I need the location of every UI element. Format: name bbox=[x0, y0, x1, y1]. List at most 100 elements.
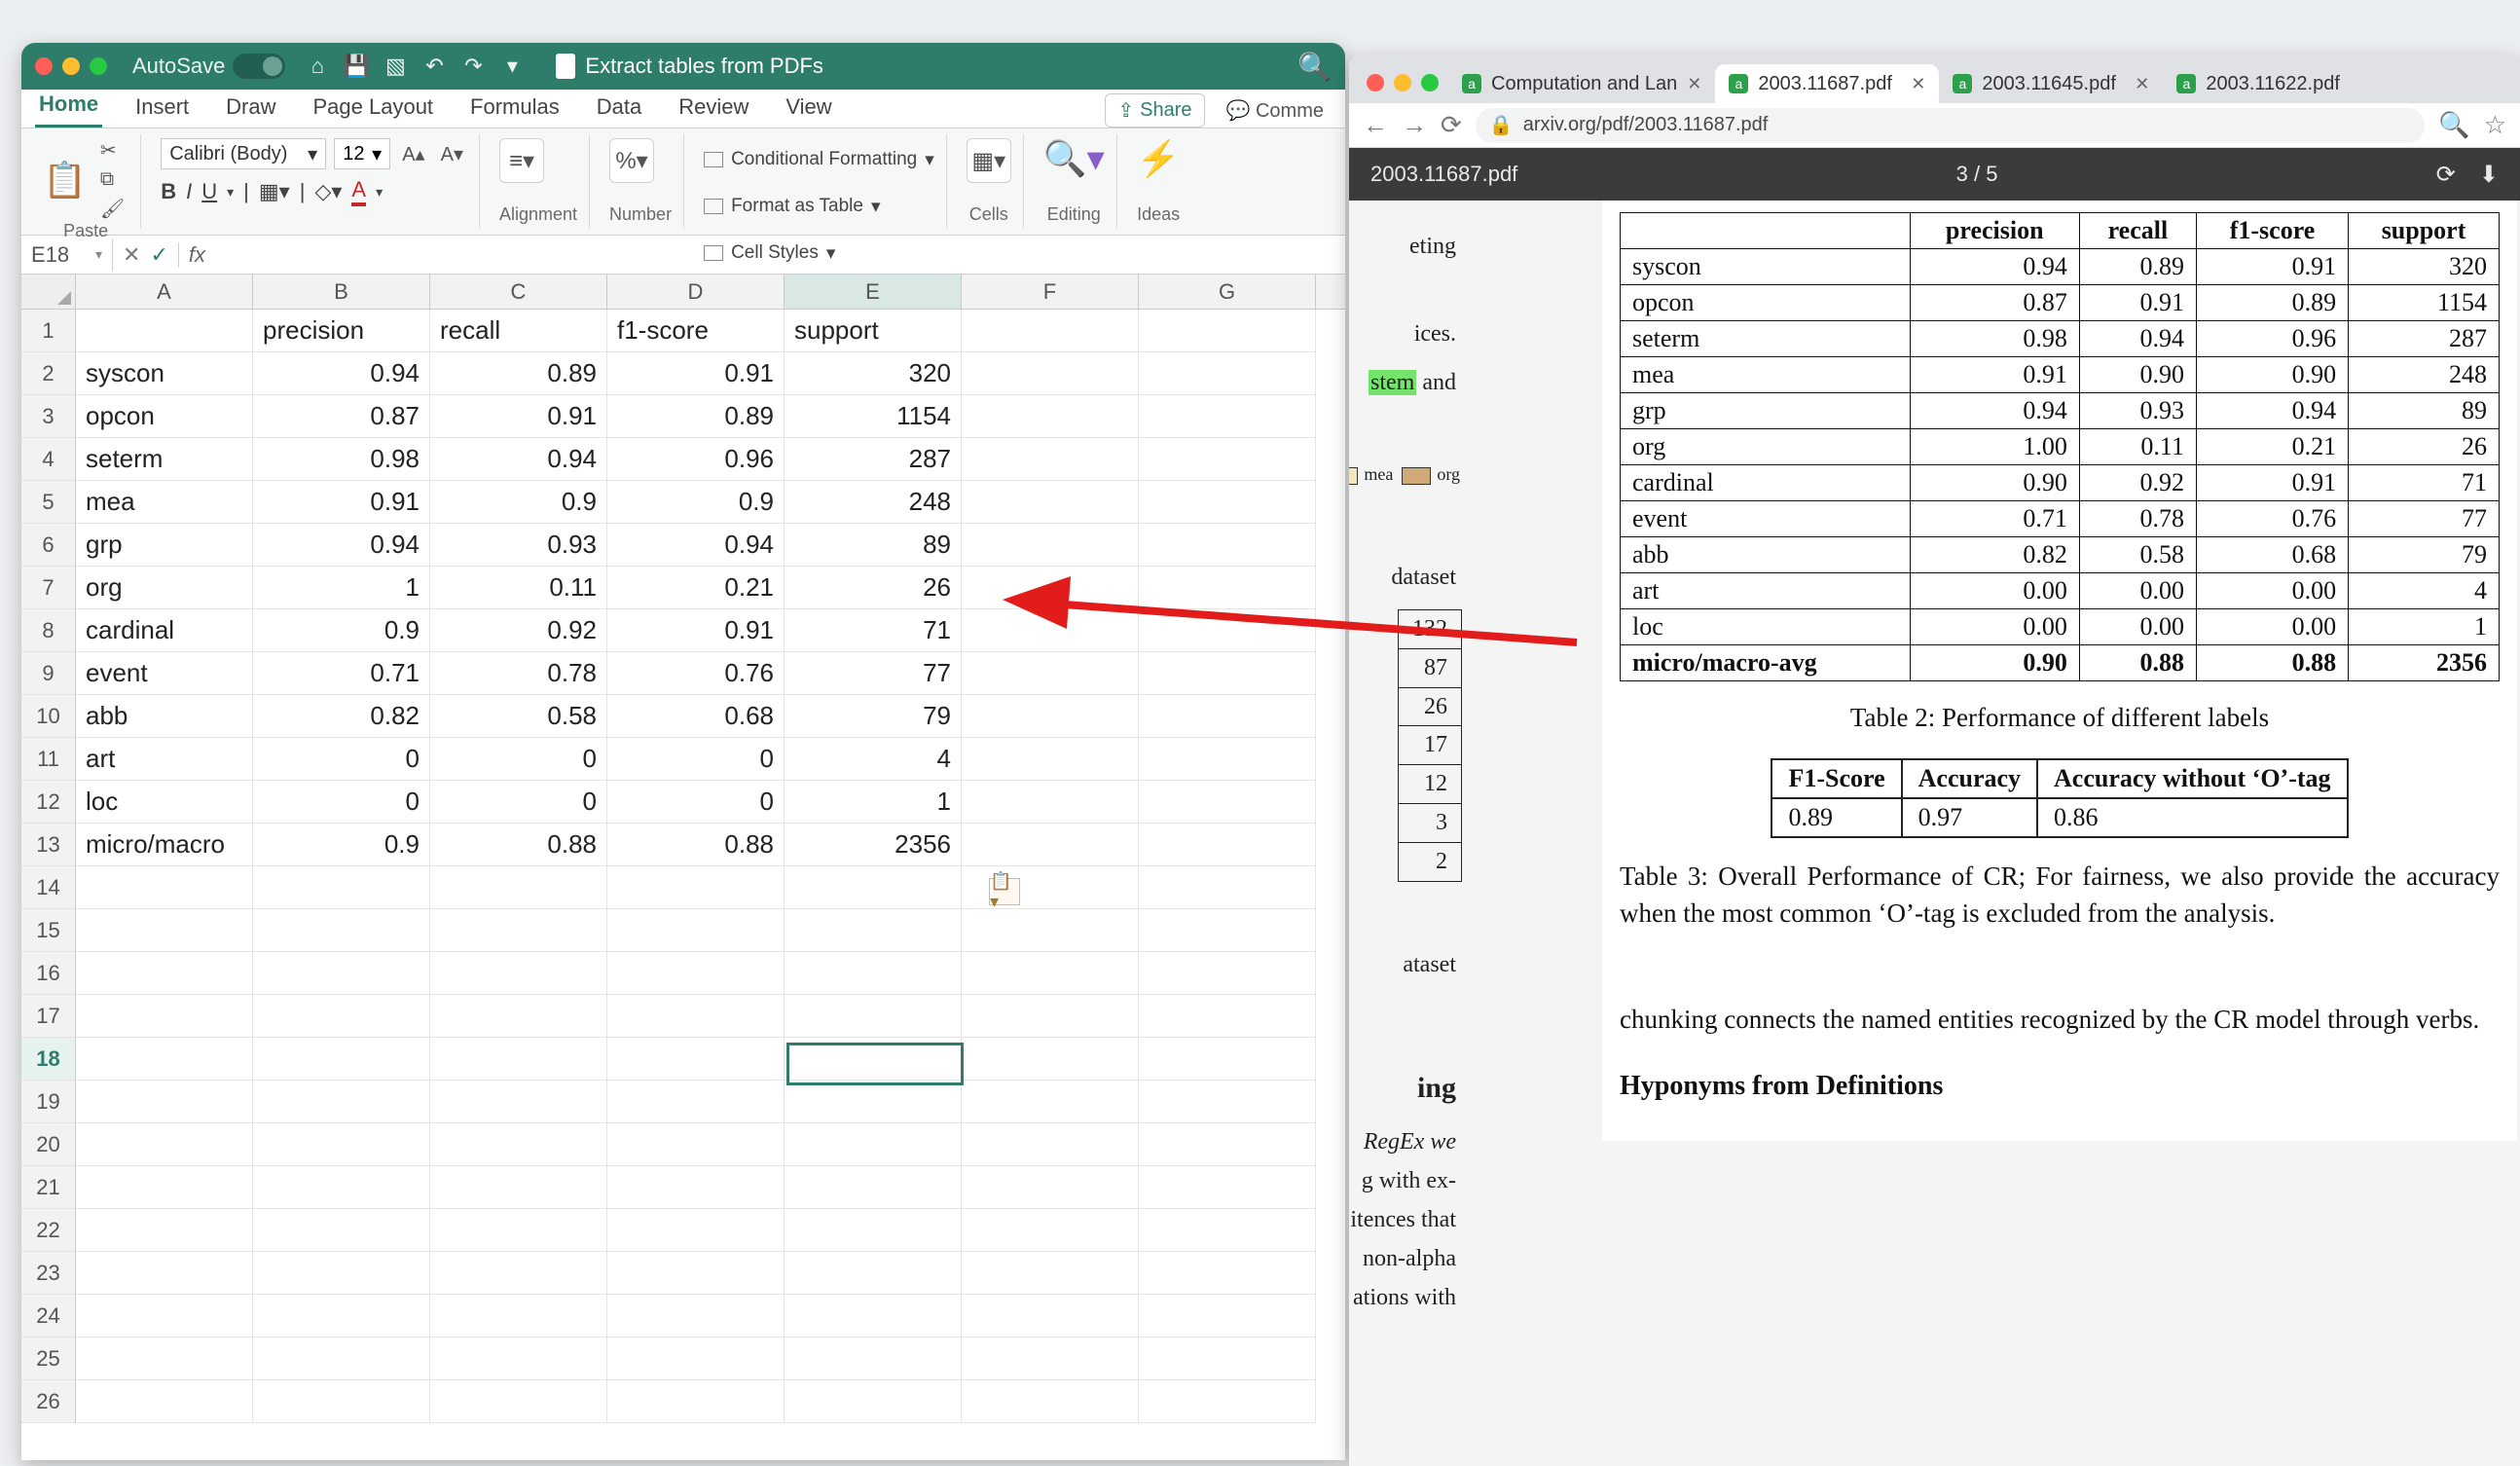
name-box[interactable]: E18▾ bbox=[21, 238, 113, 272]
pdf-viewport[interactable]: eting ices. stem and mea org dataset 132… bbox=[1349, 201, 2520, 1466]
format-painter-icon[interactable]: 🖌 bbox=[96, 197, 128, 221]
autosave-switch-icon[interactable] bbox=[233, 54, 285, 79]
cell[interactable] bbox=[76, 995, 253, 1038]
search-icon[interactable]: 🔍 bbox=[1297, 51, 1332, 83]
font-name-select[interactable]: Calibri (Body)▾ bbox=[161, 138, 326, 169]
cell[interactable] bbox=[607, 909, 785, 952]
cell[interactable] bbox=[607, 1038, 785, 1081]
cell[interactable]: seterm bbox=[76, 438, 253, 481]
copy-icon[interactable]: ⧉ bbox=[96, 168, 128, 191]
cell[interactable]: 248 bbox=[785, 481, 962, 524]
cell[interactable] bbox=[76, 1380, 253, 1423]
cell[interactable] bbox=[607, 866, 785, 909]
cell[interactable] bbox=[1139, 781, 1316, 824]
cell[interactable] bbox=[1139, 481, 1316, 524]
tab-formulas[interactable]: Formulas bbox=[466, 89, 564, 128]
cell[interactable] bbox=[785, 1380, 962, 1423]
minimize-window-icon[interactable] bbox=[1394, 74, 1411, 92]
cell[interactable]: 0 bbox=[253, 738, 430, 781]
row-header[interactable]: 4 bbox=[21, 438, 76, 481]
cell[interactable]: micro/macro bbox=[76, 824, 253, 866]
select-all-corner[interactable] bbox=[21, 275, 76, 309]
cell[interactable] bbox=[607, 1338, 785, 1380]
cell[interactable] bbox=[430, 1380, 607, 1423]
tab-page-layout[interactable]: Page Layout bbox=[310, 89, 438, 128]
share-button[interactable]: ⇪Share bbox=[1105, 93, 1204, 128]
row-header[interactable]: 5 bbox=[21, 481, 76, 524]
cell[interactable] bbox=[430, 1338, 607, 1380]
cell[interactable]: 0.11 bbox=[430, 567, 607, 609]
cell[interactable]: 0.94 bbox=[430, 438, 607, 481]
cell[interactable] bbox=[76, 1209, 253, 1252]
cell[interactable] bbox=[1139, 952, 1316, 995]
row-header[interactable]: 1 bbox=[21, 310, 76, 352]
tab-data[interactable]: Data bbox=[593, 89, 645, 128]
print-icon[interactable]: ▧ bbox=[383, 54, 408, 79]
forward-button[interactable]: → bbox=[1402, 110, 1427, 140]
row-header[interactable]: 20 bbox=[21, 1123, 76, 1166]
decrease-font-icon[interactable]: A▾ bbox=[437, 142, 467, 166]
font-color-button[interactable]: A bbox=[351, 177, 366, 206]
cell[interactable] bbox=[1139, 824, 1316, 866]
cell[interactable]: cardinal bbox=[76, 609, 253, 652]
cell[interactable] bbox=[76, 1252, 253, 1295]
cell[interactable] bbox=[430, 1123, 607, 1166]
row-header[interactable]: 15 bbox=[21, 909, 76, 952]
cell[interactable] bbox=[253, 995, 430, 1038]
cell[interactable] bbox=[962, 438, 1139, 481]
cell[interactable] bbox=[607, 1252, 785, 1295]
rotate-icon[interactable]: ⟳ bbox=[2436, 161, 2456, 189]
cell[interactable] bbox=[607, 1123, 785, 1166]
browser-tab[interactable]: a2003.11645.pdf✕ bbox=[1939, 64, 2163, 103]
cell[interactable]: 71 bbox=[785, 609, 962, 652]
cell[interactable] bbox=[785, 1081, 962, 1123]
cell[interactable]: 2356 bbox=[785, 824, 962, 866]
maximize-window-icon[interactable] bbox=[1421, 74, 1439, 92]
cell[interactable]: 0.82 bbox=[253, 695, 430, 738]
row-header[interactable]: 3 bbox=[21, 395, 76, 438]
cell[interactable]: syscon bbox=[76, 352, 253, 395]
font-size-select[interactable]: 12▾ bbox=[334, 138, 390, 169]
maximize-window-icon[interactable] bbox=[90, 57, 107, 75]
cell[interactable] bbox=[962, 1338, 1139, 1380]
cell[interactable] bbox=[1139, 738, 1316, 781]
save-icon[interactable]: 💾 bbox=[344, 54, 369, 79]
cell[interactable]: precision bbox=[253, 310, 430, 352]
cell[interactable]: 0.94 bbox=[253, 352, 430, 395]
increase-font-icon[interactable]: A▴ bbox=[398, 142, 428, 166]
cell[interactable] bbox=[962, 781, 1139, 824]
tab-review[interactable]: Review bbox=[675, 89, 752, 128]
cell[interactable] bbox=[430, 952, 607, 995]
cell[interactable] bbox=[607, 995, 785, 1038]
cell[interactable]: 1 bbox=[253, 567, 430, 609]
row-header[interactable]: 2 bbox=[21, 352, 76, 395]
cell[interactable]: loc bbox=[76, 781, 253, 824]
cell[interactable] bbox=[962, 1166, 1139, 1209]
number-format-icon[interactable]: %▾ bbox=[609, 138, 654, 183]
cell[interactable] bbox=[785, 1252, 962, 1295]
pdf-page-indicator[interactable]: 3 / 5 bbox=[1956, 162, 1998, 187]
cell[interactable] bbox=[1139, 1338, 1316, 1380]
conditional-formatting-button[interactable]: Conditional Formatting ▾ bbox=[704, 138, 934, 181]
col-header-b[interactable]: B bbox=[253, 275, 430, 309]
row-header[interactable]: 8 bbox=[21, 609, 76, 652]
cell[interactable]: support bbox=[785, 310, 962, 352]
cell[interactable] bbox=[1139, 352, 1316, 395]
cell[interactable] bbox=[785, 1338, 962, 1380]
cell[interactable]: 320 bbox=[785, 352, 962, 395]
cell[interactable] bbox=[1139, 1081, 1316, 1123]
cell[interactable] bbox=[1139, 909, 1316, 952]
cell[interactable] bbox=[1139, 695, 1316, 738]
row-header[interactable]: 7 bbox=[21, 567, 76, 609]
paste-icon[interactable]: 📋 bbox=[43, 160, 87, 201]
row-header[interactable]: 13 bbox=[21, 824, 76, 866]
tab-insert[interactable]: Insert bbox=[131, 89, 193, 128]
fill-color-button[interactable]: ◇▾ bbox=[314, 179, 342, 204]
cell[interactable]: abb bbox=[76, 695, 253, 738]
autosave-toggle[interactable]: AutoSave bbox=[132, 54, 285, 79]
cell[interactable]: event bbox=[76, 652, 253, 695]
cell[interactable]: org bbox=[76, 567, 253, 609]
cell[interactable]: 0.78 bbox=[430, 652, 607, 695]
cell[interactable] bbox=[430, 1209, 607, 1252]
close-tab-icon[interactable]: ✕ bbox=[1687, 74, 1701, 94]
